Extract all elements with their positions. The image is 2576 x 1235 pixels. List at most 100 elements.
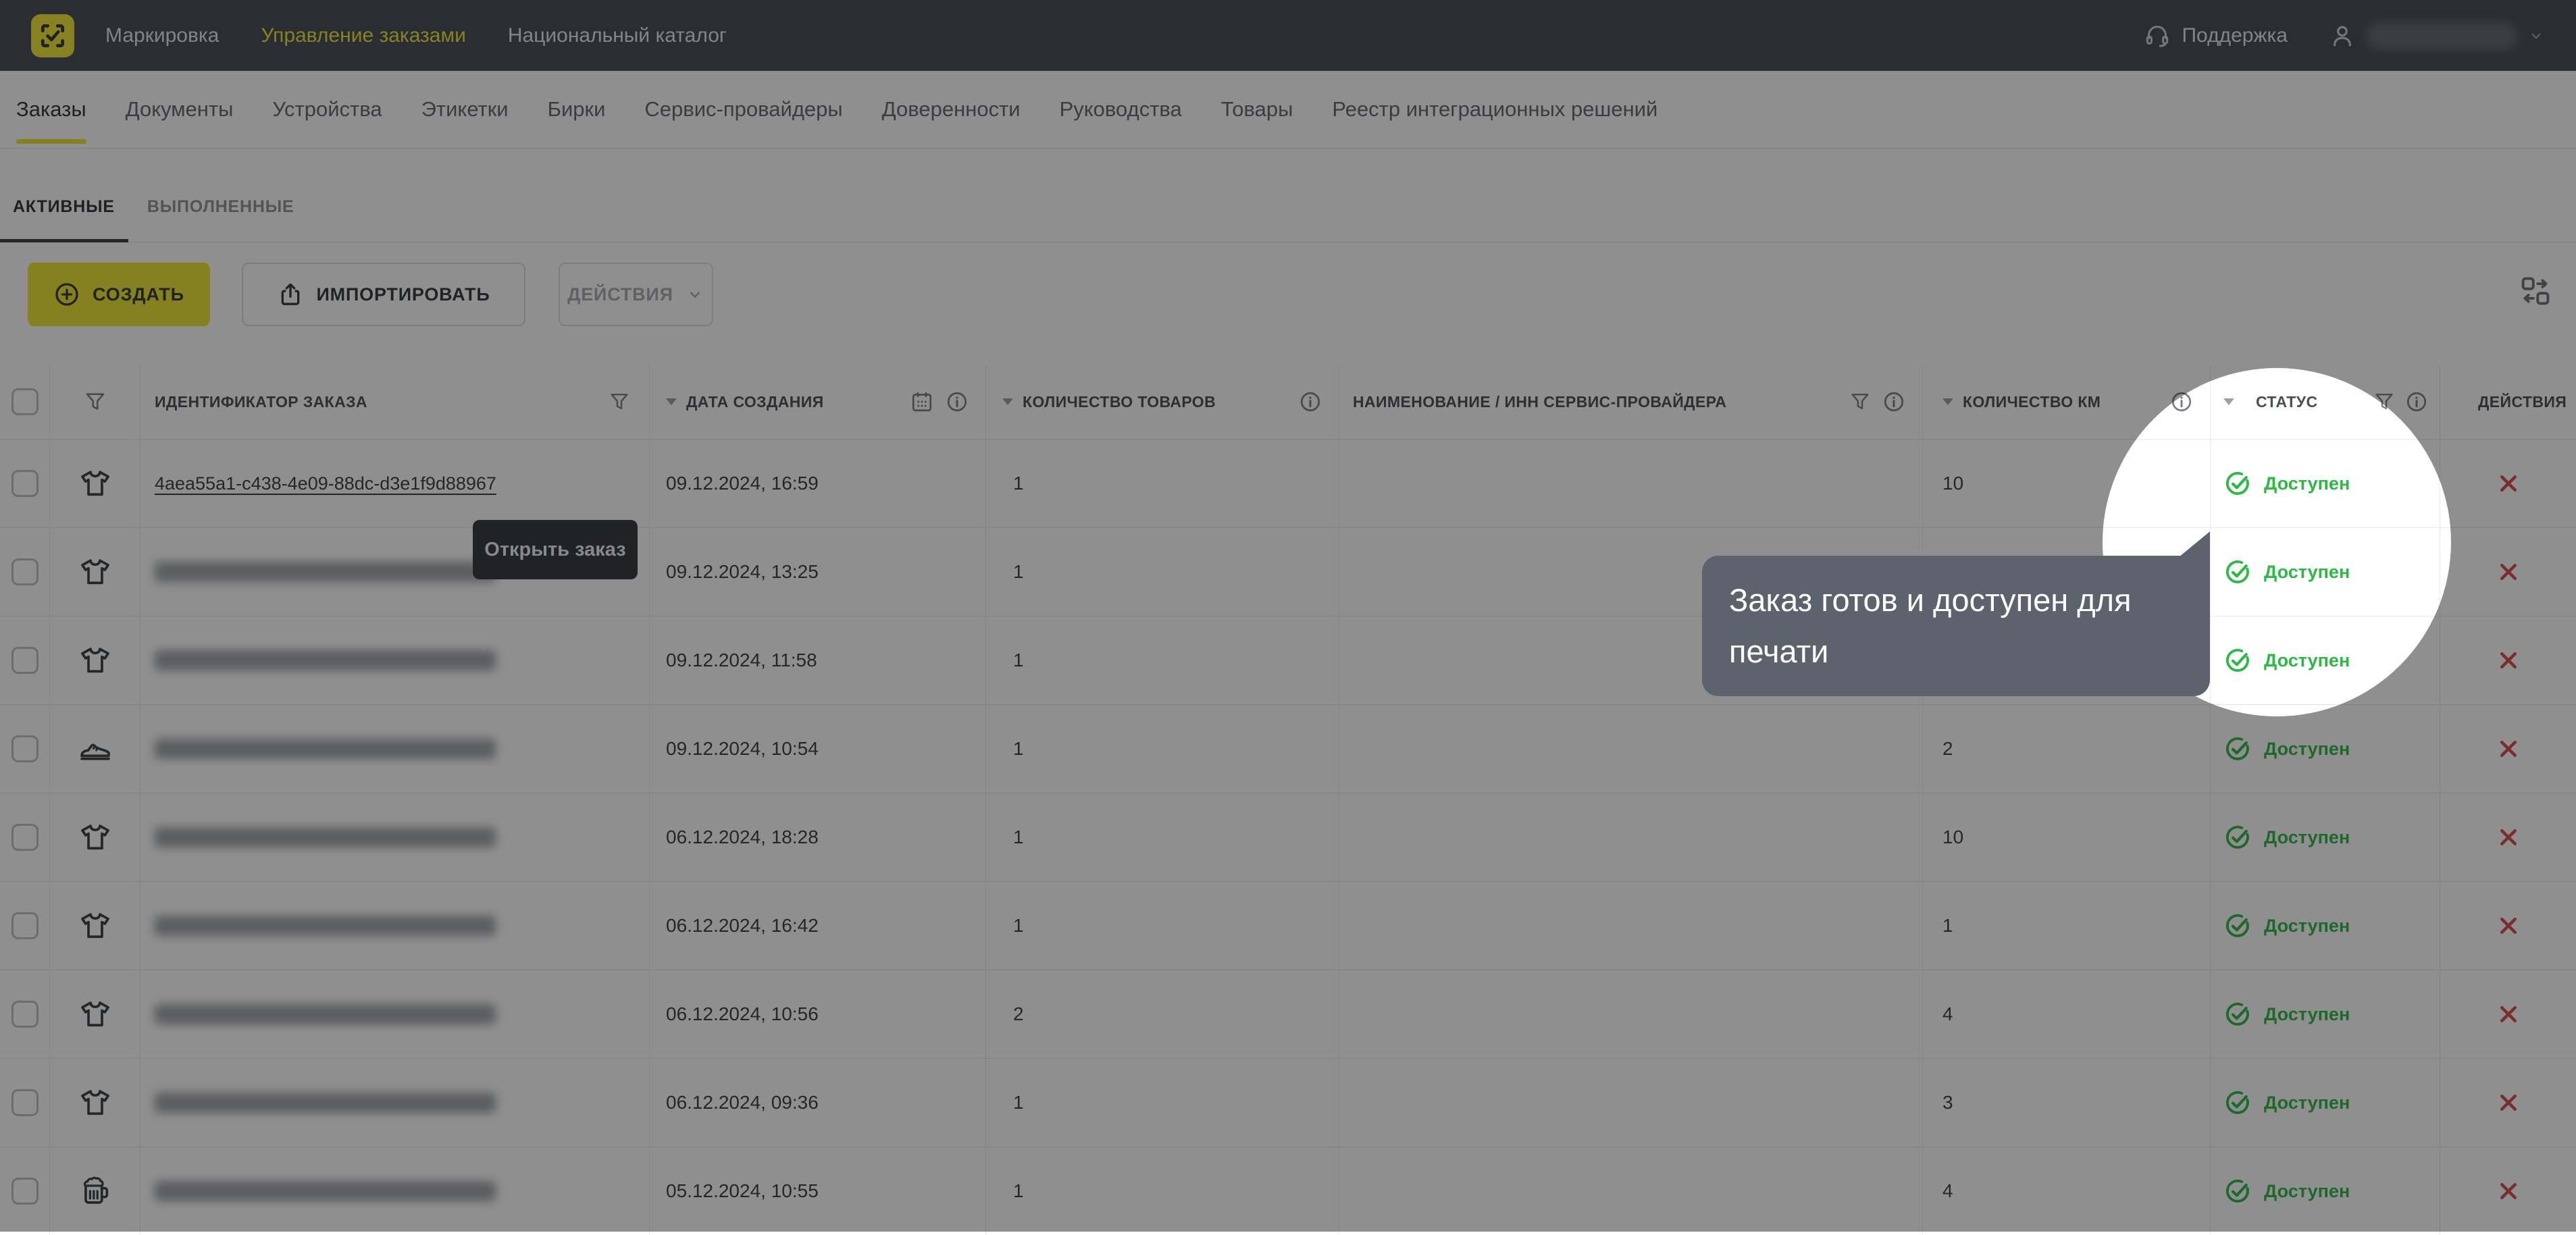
goods-count: 1: [985, 705, 1339, 793]
info-icon[interactable]: [1882, 390, 1906, 414]
nav-order-management[interactable]: Управление заказами: [261, 24, 466, 47]
support-button[interactable]: Поддержка: [2144, 22, 2288, 49]
tab-7[interactable]: Руководства: [1060, 71, 1182, 148]
delete-order-button[interactable]: [2496, 1002, 2521, 1026]
subtab-active-label: АКТИВНЫЕ: [13, 197, 115, 216]
toolbar: СОЗДАТЬ ИМПОРТИРОВАТЬ ДЕЙСТВИЯ: [0, 242, 2576, 365]
tab-label: Руководства: [1059, 97, 1182, 121]
service-provider: [1339, 793, 1922, 881]
delete-order-button[interactable]: [2496, 825, 2521, 849]
user-menu[interactable]: [2328, 21, 2545, 50]
status-label: Доступен: [2264, 650, 2350, 671]
sort-caret-icon[interactable]: [666, 398, 677, 405]
info-icon[interactable]: [2169, 390, 2194, 414]
delete-order-button[interactable]: [2496, 471, 2521, 496]
creation-date: 06.12.2024, 10:56: [649, 970, 985, 1058]
delete-order-button[interactable]: [2496, 1091, 2521, 1115]
status-label: Доступен: [2264, 826, 2350, 847]
open-order-tooltip: Открыть заказ: [473, 520, 638, 579]
calendar-icon[interactable]: [910, 390, 934, 414]
service-provider: [1339, 1147, 1922, 1235]
import-button[interactable]: ИМПОРТИРОВАТЬ: [242, 263, 525, 326]
filter-funnel-icon[interactable]: [2373, 391, 2395, 413]
row-checkbox[interactable]: [11, 470, 38, 497]
km-count: 3: [1922, 1059, 2210, 1147]
check-circle-icon: [2226, 825, 2249, 849]
upload-share-icon: [282, 283, 300, 305]
beer-mug-icon: [83, 1176, 108, 1204]
row-checkbox[interactable]: [11, 1178, 38, 1205]
goods-count: 1: [985, 882, 1339, 970]
subtab-completed[interactable]: ВЫПОЛНЕННЫЕ: [147, 197, 294, 217]
creation-date: 09.12.2024, 16:59: [649, 440, 985, 527]
tab-1[interactable]: Документы: [126, 71, 234, 148]
tab-2[interactable]: Устройства: [272, 71, 382, 148]
filter-funnel-icon[interactable]: [609, 391, 630, 413]
tab-6[interactable]: Доверенности: [882, 71, 1021, 148]
product-type-cell: [49, 705, 140, 793]
logo-check-icon: [41, 24, 65, 47]
actions-button[interactable]: ДЕЙСТВИЯ: [559, 263, 713, 326]
creation-date: 09.12.2024, 10:54: [649, 705, 985, 793]
check-circle-icon: [2226, 914, 2249, 937]
filter-funnel-icon[interactable]: [84, 390, 107, 413]
chevron-down-icon: [2531, 33, 2541, 39]
table-settings-button[interactable]: [2518, 273, 2553, 309]
top-bar: Маркировка Управление заказами Националь…: [0, 0, 2576, 71]
close-x-icon: [2500, 475, 2517, 492]
row-checkbox[interactable]: [11, 1001, 38, 1028]
goods-count: 1: [985, 1059, 1339, 1147]
creation-date: 06.12.2024, 09:36: [649, 1059, 985, 1147]
row-checkbox[interactable]: [11, 1089, 38, 1116]
masked-order-id: [155, 1093, 496, 1113]
table-header-row: ИДЕНТИФИКАТОР ЗАКАЗА ДАТА СОЗДАНИЯ КОЛИЧ…: [0, 365, 2576, 439]
header-km-count[interactable]: КОЛИЧЕСТВО КМ: [1963, 393, 2101, 411]
order-id-link[interactable]: 4aea55a1-c438-4e09-88dc-d3e1f9d88967: [155, 473, 496, 494]
info-icon[interactable]: [945, 390, 969, 414]
sort-caret-icon[interactable]: [1002, 398, 1013, 405]
nav-national-catalog[interactable]: Национальный каталог: [508, 24, 727, 47]
create-button[interactable]: СОЗДАТЬ: [28, 263, 210, 326]
row-checkbox[interactable]: [11, 735, 38, 762]
header-date[interactable]: ДАТА СОЗДАНИЯ: [686, 393, 824, 411]
status-label: Доступен: [2264, 473, 2350, 494]
product-type-cell: [49, 528, 140, 616]
tab-label: Заказы: [16, 97, 86, 121]
info-icon[interactable]: [1298, 390, 1322, 414]
header-service-provider[interactable]: НАИМЕНОВАНИЕ / ИНН СЕРВИС-ПРОВАЙДЕРА: [1353, 393, 1726, 411]
delete-order-button[interactable]: [2496, 648, 2521, 673]
subtab-active[interactable]: АКТИВНЫЕ: [13, 197, 115, 217]
km-count: 2: [1922, 705, 2210, 793]
tab-8[interactable]: Товары: [1221, 71, 1293, 148]
row-checkbox[interactable]: [11, 824, 38, 851]
delete-order-button[interactable]: [2496, 914, 2521, 938]
sort-caret-icon[interactable]: [1942, 398, 1953, 405]
goods-count: 1: [985, 616, 1339, 704]
tab-0[interactable]: Заказы: [16, 71, 86, 148]
header-status[interactable]: СТАТУС: [2256, 393, 2317, 411]
nav-marking[interactable]: Маркировка: [105, 24, 219, 47]
sort-caret-icon[interactable]: [2223, 398, 2234, 405]
tab-3[interactable]: Этикетки: [421, 71, 509, 148]
row-checkbox[interactable]: [11, 912, 38, 939]
masked-order-id: [155, 650, 496, 671]
tab-label: Документы: [125, 97, 234, 121]
delete-order-button[interactable]: [2496, 737, 2521, 761]
delete-order-button[interactable]: [2496, 560, 2521, 584]
select-all-checkbox[interactable]: [11, 388, 38, 415]
km-count: 10: [1922, 793, 2210, 881]
tab-5[interactable]: Сервис-провайдеры: [644, 71, 842, 148]
tab-4[interactable]: Бирки: [548, 71, 606, 148]
header-actions: ДЕЙСТВИЯ: [2478, 392, 2567, 411]
header-goods-count[interactable]: КОЛИЧЕСТВО ТОВАРОВ: [1023, 393, 1216, 411]
chevron-down-icon: [690, 292, 700, 298]
chestny-znak-logo[interactable]: [31, 14, 74, 57]
info-icon[interactable]: [2404, 390, 2429, 414]
row-checkbox[interactable]: [11, 558, 38, 585]
tab-9[interactable]: Реестр интеграционных решений: [1332, 71, 1657, 148]
filter-funnel-icon[interactable]: [1849, 391, 1871, 413]
row-checkbox[interactable]: [11, 647, 38, 674]
delete-order-button[interactable]: [2496, 1179, 2521, 1203]
creation-date: 09.12.2024, 11:58: [649, 616, 985, 704]
header-order-id[interactable]: ИДЕНТИФИКАТОР ЗАКАЗА: [155, 393, 367, 411]
